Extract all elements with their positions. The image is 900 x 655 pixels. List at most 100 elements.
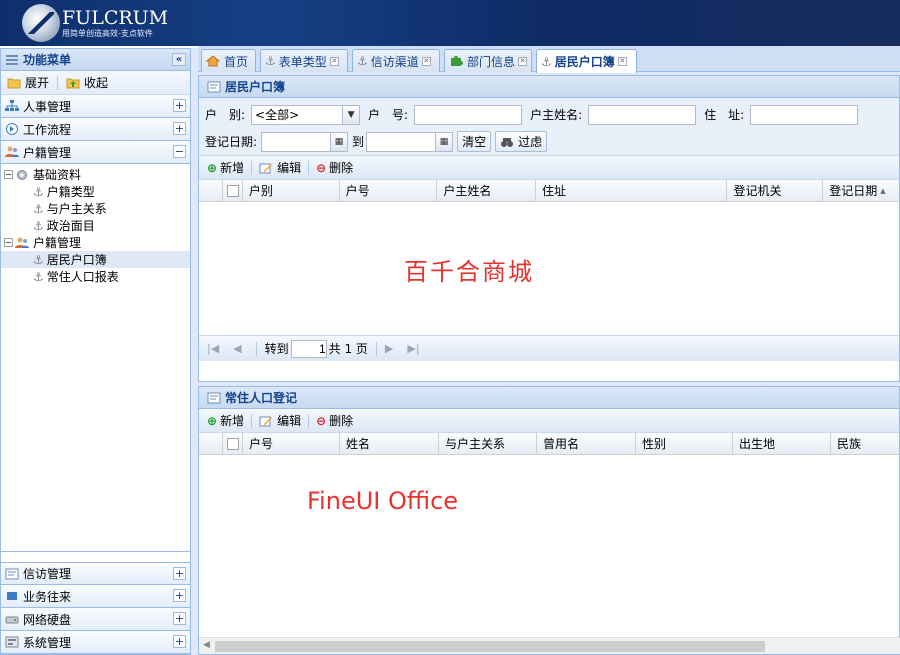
address-label: 住 址: (704, 108, 745, 122)
folder-up-icon (66, 78, 80, 88)
resident-register-panel: 居民户口簿 户 别: <全部> ▼ 户 号: 户主姓名: 住 址: 登记日期: (198, 75, 900, 382)
column-header[interactable]: 性别 (636, 433, 733, 454)
tree-node-label: 基础资料 (33, 168, 82, 182)
prev-page-icon[interactable]: ◀ (233, 342, 241, 355)
close-icon[interactable]: ✕ (421, 56, 431, 66)
accordion-system[interactable]: 系统管理 + (1, 631, 190, 654)
expand-icon[interactable]: + (173, 589, 186, 602)
tree-toggle-icon[interactable]: − (4, 170, 13, 179)
expand-all-label: 展开 (25, 76, 50, 90)
collapse-all-button[interactable]: 收起 (66, 74, 108, 91)
delete-button[interactable]: ⊖ 删除 (316, 412, 353, 429)
tree-node-household-mgmt[interactable]: − 户籍管理 (1, 234, 190, 251)
column-header[interactable]: 户号 (340, 180, 438, 201)
tab-home[interactable]: 首页 (201, 49, 256, 72)
delete-button[interactable]: ⊖ 删除 (316, 159, 353, 176)
tab-strip: 首页 ⚓ 表单类型 ✕ ⚓ 信访渠道 ✕ 部门信息 ✕ ⚓ 居民户口簿 ✕ (198, 46, 900, 73)
grid1-pager: |◀ ◀ 转到 共 1 页 ▶ ▶| (199, 335, 899, 361)
grid1-body: 百千合商城 (199, 202, 899, 335)
accordion-household-label: 户籍管理 (23, 145, 72, 160)
column-header[interactable]: 出生地 (733, 433, 831, 454)
date-to-picker[interactable]: ▦ (366, 131, 454, 152)
page-number-input[interactable] (290, 339, 327, 358)
chevron-down-icon[interactable]: ▼ (343, 104, 361, 125)
tree-node-resident-report[interactable]: ⚓ 常住人口报表 (1, 268, 190, 285)
tree-node-resident-register[interactable]: ⚓ 居民户口簿 (1, 251, 190, 268)
accordion-petition-label: 信访管理 (23, 567, 72, 581)
expand-all-button[interactable]: 展开 (7, 74, 49, 91)
grid2-header: 户号 姓名 与户主关系 曾用名 性别 出生地 民族 (199, 433, 899, 455)
date-from-picker[interactable]: ▦ (261, 131, 349, 152)
tree-node-relation[interactable]: ⚓ 与户主关系 (1, 200, 190, 217)
column-header[interactable]: 户主姓名 (437, 180, 537, 201)
select-all-checkbox[interactable] (227, 437, 239, 450)
edit-button[interactable]: 编辑 (259, 412, 301, 429)
expand-icon[interactable]: + (173, 99, 186, 112)
column-header[interactable]: 姓名 (340, 433, 439, 454)
close-icon[interactable]: ✕ (617, 57, 627, 66)
calendar-icon[interactable]: ▦ (436, 131, 454, 152)
expand-icon[interactable]: + (173, 635, 186, 648)
tab-resident-register[interactable]: ⚓ 居民户口簿 ✕ (536, 49, 637, 73)
accordion-personnel[interactable]: 人事管理 + (1, 95, 190, 118)
column-header[interactable]: 户号 (243, 433, 340, 454)
hubie-select[interactable]: <全部> ▼ (251, 104, 361, 125)
select-all-checkbox[interactable] (226, 184, 239, 197)
calendar-icon[interactable]: ▦ (331, 131, 349, 152)
filter-button[interactable]: 过虑 (495, 131, 548, 152)
column-header-sorted[interactable]: 登记日期 ▲ (823, 180, 899, 201)
add-button[interactable]: ⊕ 新增 (207, 159, 244, 176)
horizontal-scrollbar[interactable]: ◀ (199, 637, 900, 654)
tree-node-political-status[interactable]: ⚓ 政治面目 (1, 217, 190, 234)
next-page-icon[interactable]: ▶ (385, 342, 393, 355)
column-header[interactable]: 户别 (243, 180, 340, 201)
select-all-checkbox-cell[interactable] (223, 180, 243, 201)
org-chart-icon (5, 100, 19, 111)
accordion-business[interactable]: 业务往来 + (1, 585, 190, 608)
folder-open-icon (7, 78, 21, 88)
scroll-thumb[interactable] (215, 641, 765, 652)
collapse-icon[interactable]: − (173, 145, 186, 158)
hubie-select-value[interactable]: <全部> (251, 104, 344, 125)
tab-department[interactable]: 部门信息 ✕ (444, 49, 532, 72)
date-from-input[interactable] (261, 131, 332, 152)
clear-button[interactable]: 清空 (457, 131, 492, 152)
column-header[interactable]: 登记机关 (727, 180, 824, 201)
edit-button[interactable]: 编辑 (259, 159, 301, 176)
first-page-icon[interactable]: |◀ (207, 342, 219, 355)
add-button[interactable]: ⊕ 新增 (207, 412, 244, 429)
anchor-icon: ⚓ (265, 54, 276, 68)
scroll-left-icon[interactable]: ◀ (203, 640, 210, 650)
expand-icon[interactable]: + (173, 612, 186, 625)
accordion-disk[interactable]: 网络硬盘 + (1, 608, 190, 631)
users-icon (15, 237, 29, 248)
accordion-workflow[interactable]: 工作流程 + (1, 118, 190, 141)
column-header[interactable]: 住址 (536, 180, 728, 201)
huzhu-name-input[interactable] (588, 104, 697, 125)
tree-node-basic-data[interactable]: − 基础资料 (1, 166, 190, 183)
huhao-label: 户 号: (368, 108, 409, 122)
tree-node-household-type[interactable]: ⚓ 户籍类型 (1, 183, 190, 200)
select-all-checkbox-cell[interactable] (223, 433, 243, 454)
anchor-icon: ⚓ (541, 54, 552, 69)
filter-button-label: 过虑 (518, 135, 543, 149)
tab-form-type[interactable]: ⚓ 表单类型 ✕ (260, 49, 348, 72)
expand-icon[interactable]: + (173, 122, 186, 135)
expand-icon[interactable]: + (173, 567, 186, 580)
tab-label: 表单类型 (278, 54, 327, 69)
tab-petition-channel[interactable]: ⚓ 信访渠道 ✕ (352, 49, 440, 72)
close-icon[interactable]: ✕ (518, 56, 527, 66)
accordion-petition[interactable]: 信访管理 + (1, 562, 190, 585)
grid2-toolbar: ⊕ 新增 编辑 ⊖ 删除 (199, 409, 899, 433)
accordion-household[interactable]: 户籍管理 − (1, 141, 190, 164)
collapse-west-button[interactable]: « (172, 53, 186, 66)
column-header[interactable]: 曾用名 (537, 433, 636, 454)
column-header[interactable]: 与户主关系 (439, 433, 537, 454)
last-page-icon[interactable]: ▶| (407, 342, 419, 355)
column-header[interactable]: 民族 (831, 433, 899, 454)
tree-toggle-icon[interactable]: − (4, 238, 13, 247)
huhao-input[interactable] (414, 104, 523, 125)
date-to-input[interactable] (366, 131, 437, 152)
address-input[interactable] (750, 104, 859, 125)
close-icon[interactable]: ✕ (329, 56, 339, 66)
